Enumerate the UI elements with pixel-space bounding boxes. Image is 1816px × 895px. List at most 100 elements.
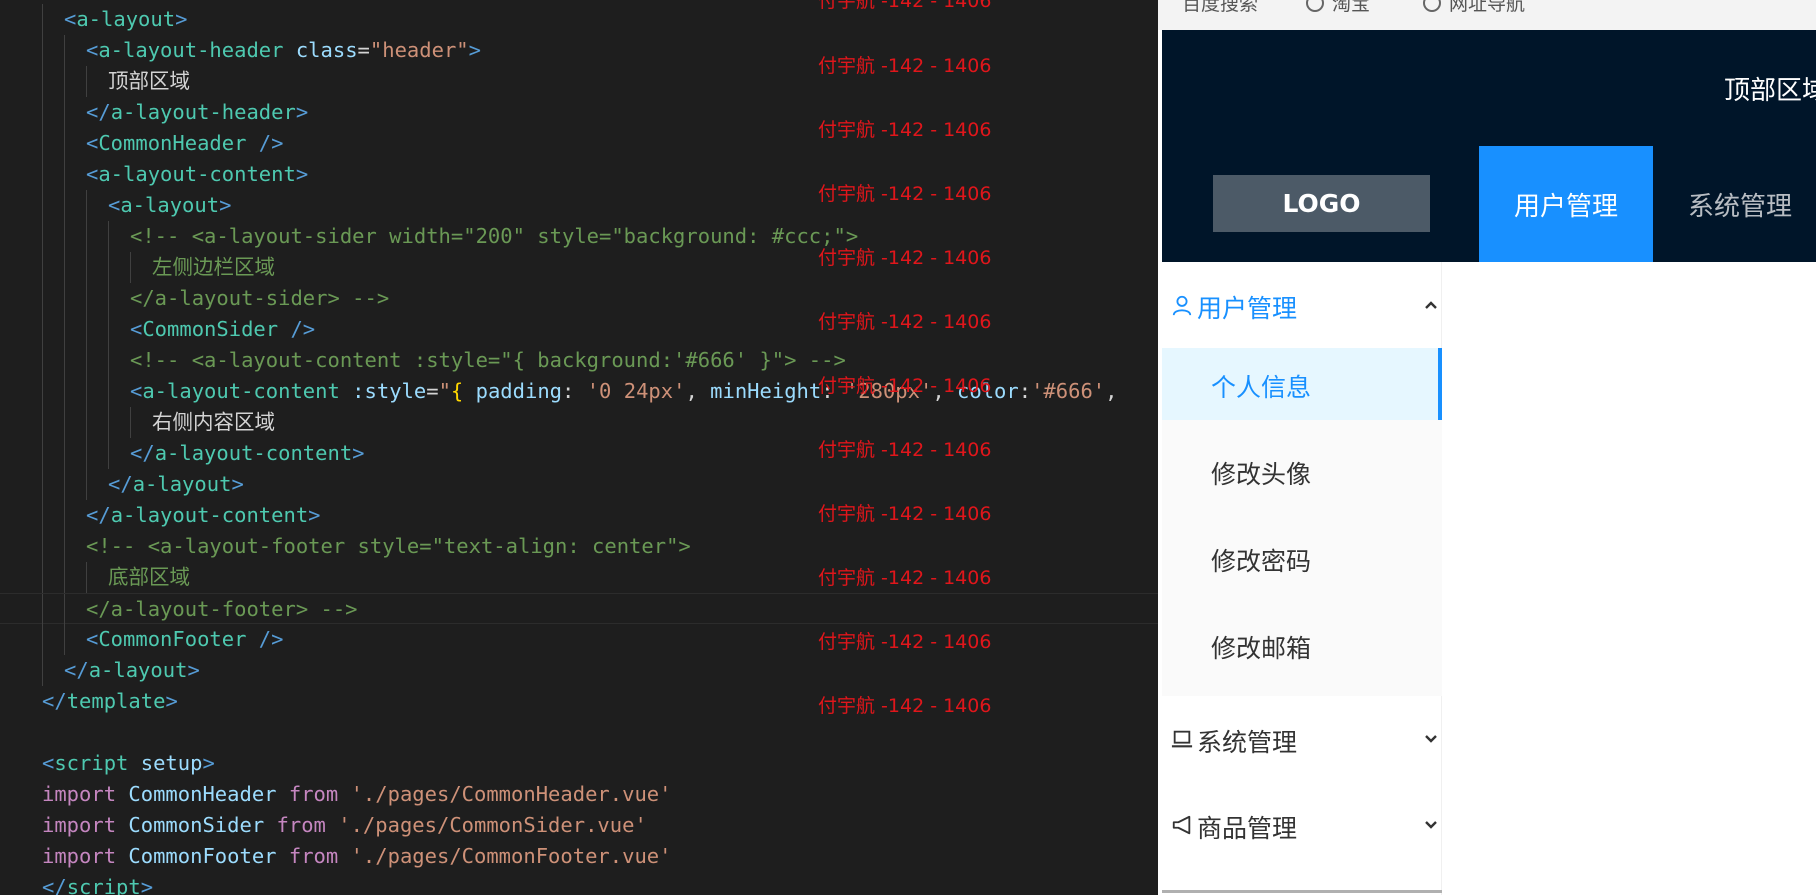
menu-item-label: 修改邮箱 — [1211, 634, 1312, 663]
bookmark-baidu[interactable]: 百度搜索 — [1164, 0, 1258, 16]
code-token: CommonSider — [142, 317, 279, 341]
indent-guide — [86, 314, 87, 345]
header-title: 顶部区域 — [1724, 76, 1816, 106]
notification-icon — [1172, 815, 1191, 835]
indent-guide — [130, 252, 131, 283]
code-text: <!-- <a-layout-footer style="text-align:… — [86, 531, 691, 562]
bookmark-nav[interactable]: 网址导航 — [1423, 0, 1525, 16]
indent-guide — [86, 345, 87, 376]
top-nav-user-management[interactable]: 用户管理 — [1479, 146, 1653, 262]
code-text: </a-layout-sider> --> — [130, 283, 389, 314]
submenu-label: 用户管理 — [1197, 294, 1298, 323]
menu-item-change-password[interactable]: 修改密码 — [1162, 522, 1442, 594]
code-editor[interactable]: <a-layout> <a-layout-header class="header… — [0, 0, 1158, 895]
code-token: = — [357, 38, 370, 62]
code-token: './pages/CommonSider.vue' — [338, 813, 647, 837]
indent-guide — [64, 190, 65, 221]
code-token: './pages/CommonHeader.vue' — [350, 782, 672, 806]
code-line[interactable]: </a-layout-footer> --> — [0, 593, 1158, 625]
code-token: a-layout — [88, 658, 188, 682]
submenu-user-management[interactable]: 用户管理 — [1162, 262, 1442, 348]
indent-guide — [64, 283, 65, 314]
submenu-system-management[interactable]: 系统管理 — [1162, 696, 1442, 782]
code-line[interactable]: <script setup> — [0, 748, 1158, 779]
top-nav-system-management[interactable]: 系统管理 — [1653, 146, 1816, 262]
code-line[interactable]: import CommonFooter from './pages/Common… — [0, 841, 1158, 872]
code-token: , — [1105, 379, 1118, 403]
code-token: </ — [130, 441, 155, 465]
code-line[interactable]: 右侧内容区域 — [0, 407, 1158, 438]
indent-guide — [42, 655, 43, 686]
indent-guide — [42, 128, 43, 159]
code-line[interactable]: import CommonHeader from './pages/Common… — [0, 779, 1158, 810]
indent-guide — [42, 221, 43, 252]
code-token: import — [42, 782, 117, 806]
menu-item-label: 修改头像 — [1211, 460, 1312, 489]
code-text: </a-layout-footer> --> — [86, 594, 358, 625]
code-line[interactable]: </a-layout> — [0, 655, 1158, 686]
indent-guide — [42, 531, 43, 562]
code-token: </ — [86, 503, 111, 527]
indent-guide — [64, 35, 65, 66]
code-line[interactable]: </script> — [0, 872, 1158, 895]
code-token: '#666' — [1031, 379, 1106, 403]
indent-guide — [42, 66, 43, 97]
indent-guide — [86, 438, 87, 469]
code-token: a-layout-content — [110, 503, 309, 527]
menu-item-change-avatar[interactable]: 修改头像 — [1162, 435, 1442, 507]
code-token: " — [438, 379, 451, 403]
code-line[interactable]: <!-- <a-layout-content :style="{ backgro… — [0, 345, 1158, 376]
globe-icon — [1306, 0, 1324, 12]
code-token: a-layout-content — [142, 379, 340, 403]
watermark-text: 付宇航 -142 - 1406 — [818, 55, 992, 77]
indent-guide — [108, 438, 109, 469]
browser-preview: 百度搜索 淘宝 网址导航 顶部区域 LOGO 用户管理 系统管理 用户管理 个人… — [1158, 0, 1816, 895]
indent-guide — [86, 190, 87, 221]
code-token: '0 24px' — [586, 379, 686, 403]
code-text: </a-layout> — [108, 469, 244, 500]
code-text: <a-layout-content> — [86, 159, 308, 190]
code-token: CommonHeader — [98, 131, 247, 155]
code-token: < — [86, 627, 99, 651]
code-token: > — [175, 7, 188, 31]
code-text: 顶部区域 — [108, 66, 190, 97]
code-token: < — [86, 162, 99, 186]
indent-guide — [42, 624, 43, 655]
indent-guide — [86, 221, 87, 252]
watermark-text: 付宇航 -142 - 1406 — [818, 311, 992, 333]
indent-guide — [64, 221, 65, 252]
code-token: < — [108, 193, 121, 217]
code-line[interactable]: </a-layout-sider> --> — [0, 283, 1158, 314]
watermark-text: 付宇航 -142 - 1406 — [818, 119, 992, 141]
menu-item-change-email[interactable]: 修改邮箱 — [1162, 609, 1442, 681]
submenu-goods-management[interactable]: 商品管理 — [1162, 782, 1442, 868]
code-token: CommonHeader — [128, 782, 277, 806]
code-token: </ — [64, 658, 89, 682]
code-token: './pages/CommonFooter.vue' — [350, 844, 672, 868]
code-text: import CommonSider from './pages/CommonS… — [42, 810, 647, 841]
watermark-text: 付宇航 -142 - 1406 — [818, 567, 992, 589]
code-token: :style — [352, 379, 427, 403]
chevron-down-icon — [1425, 735, 1437, 743]
indent-guide — [64, 128, 65, 159]
code-token: import — [42, 813, 117, 837]
indent-guide — [86, 283, 87, 314]
menu-item-profile[interactable]: 个人信息 — [1162, 348, 1442, 420]
bookmark-label: 网址导航 — [1449, 0, 1526, 15]
code-line[interactable] — [0, 717, 1158, 748]
code-line[interactable]: <!-- <a-layout-footer style="text-align:… — [0, 531, 1158, 562]
code-line[interactable]: </a-layout> — [0, 469, 1158, 500]
chevron-up-icon — [1425, 301, 1437, 309]
indent-guide — [108, 283, 109, 314]
bookmark-taobao[interactable]: 淘宝 — [1306, 0, 1370, 16]
code-line[interactable]: import CommonSider from './pages/CommonS… — [0, 810, 1158, 841]
